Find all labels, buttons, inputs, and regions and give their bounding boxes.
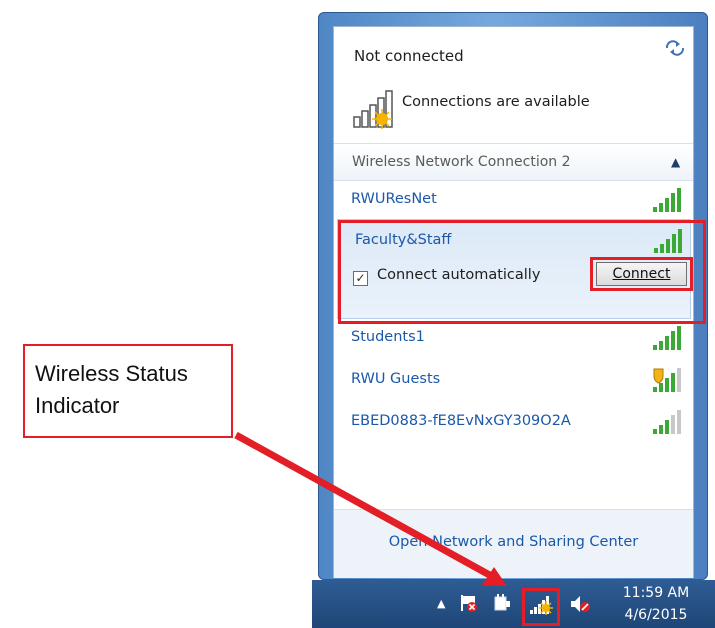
clock-date[interactable]: 4/6/2015 <box>606 607 706 623</box>
flyout-header: Not connected Connections are available <box>334 27 693 143</box>
wireless-section-header[interactable]: Wireless Network Connection 2 ▲ <box>334 143 693 181</box>
signal-strength-icon <box>651 187 683 213</box>
shield-signal-icon <box>651 367 683 393</box>
network-item-students1[interactable]: Students1 <box>334 319 693 357</box>
network-highlight-box <box>338 220 706 324</box>
network-item-rwu-guests[interactable]: RWU Guests <box>334 361 693 399</box>
section-title: Wireless Network Connection 2 <box>352 154 571 170</box>
connection-status-title: Not connected <box>354 47 464 65</box>
network-sharing-center-link[interactable]: Open Network and Sharing Center <box>334 534 693 550</box>
network-name: EBED0883-fE8EvNxGY309O2A <box>351 413 571 429</box>
network-item-ebed0883[interactable]: EBED0883-fE8EvNxGY309O2A <box>334 403 693 441</box>
volume-muted-icon[interactable] <box>568 593 592 615</box>
connections-available-text: Connections are available <box>402 94 590 110</box>
network-name: Students1 <box>351 329 425 345</box>
power-plug-icon[interactable] <box>491 592 513 614</box>
clock-time[interactable]: 11:59 AM <box>606 585 706 601</box>
network-name: RWUResNet <box>351 191 437 207</box>
refresh-icon[interactable] <box>664 39 686 57</box>
annotation-callout: Wireless Status Indicator <box>23 344 233 438</box>
signal-strength-icon <box>651 325 683 351</box>
network-flyout: Not connected Connections are available <box>333 26 706 578</box>
chevron-up-icon[interactable]: ▲ <box>671 155 680 169</box>
show-hidden-icons-icon[interactable]: ▲ <box>437 597 445 610</box>
network-item-rwuresnet[interactable]: RWUResNet <box>334 181 693 219</box>
flyout-footer: Open Network and Sharing Center <box>334 509 693 578</box>
connections-available-icon <box>352 89 398 129</box>
network-name: RWU Guests <box>351 371 441 387</box>
action-center-flag-icon[interactable] <box>458 592 480 614</box>
wireless-indicator-highlight <box>522 588 560 626</box>
signal-strength-icon <box>651 409 683 435</box>
callout-text: Wireless Status Indicator <box>35 361 188 418</box>
